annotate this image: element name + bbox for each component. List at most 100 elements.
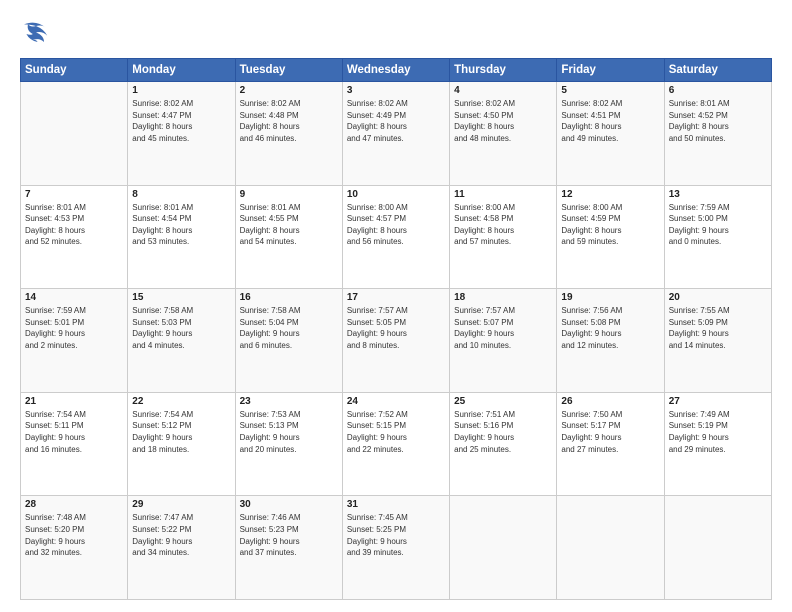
header xyxy=(20,18,772,50)
weekday-header: Sunday xyxy=(21,59,128,82)
day-number: 28 xyxy=(25,499,123,510)
day-number: 11 xyxy=(454,189,552,200)
calendar-cell: 2 Sunrise: 8:02 AMSunset: 4:48 PMDaylight… xyxy=(235,82,342,186)
calendar-cell: 8 Sunrise: 8:01 AMSunset: 4:54 PMDaylight… xyxy=(128,185,235,289)
calendar-cell: 14Sunrise: 7:59 AMSunset: 5:01 PMDayligh… xyxy=(21,289,128,393)
weekday-header: Saturday xyxy=(664,59,771,82)
day-number: 3 xyxy=(347,85,445,96)
calendar-cell: 18 Sunrise: 7:57 AMSunset: 5:07 PMDayligh… xyxy=(450,289,557,393)
day-number: 5 xyxy=(561,85,659,96)
calendar-week-row: 7 Sunrise: 8:01 AMSunset: 4:53 PMDaylight… xyxy=(21,185,772,289)
calendar-cell: 24 Sunrise: 7:52 AMSunset: 5:15 PMDayligh… xyxy=(342,392,449,496)
day-number: 24 xyxy=(347,396,445,407)
day-number: 31 xyxy=(347,499,445,510)
calendar-cell: 6 Sunrise: 8:01 AMSunset: 4:52 PMDaylight… xyxy=(664,82,771,186)
calendar-week-row: 21 Sunrise: 7:54 AMSunset: 5:11 PMDayligh… xyxy=(21,392,772,496)
calendar-cell: 13 Sunrise: 7:59 AMSunset: 5:00 PMDayligh… xyxy=(664,185,771,289)
day-info: Sunrise: 8:00 AMSunset: 4:59 PMDaylight:… xyxy=(561,202,659,248)
day-info: Sunrise: 8:02 AMSunset: 4:47 PMDaylight:… xyxy=(132,98,230,144)
calendar-cell: 26 Sunrise: 7:50 AMSunset: 5:17 PMDayligh… xyxy=(557,392,664,496)
day-info: Sunrise: 8:01 AMSunset: 4:53 PMDaylight:… xyxy=(25,202,123,248)
day-info: Sunrise: 7:47 AMSunset: 5:22 PMDaylight:… xyxy=(132,512,230,558)
day-number: 6 xyxy=(669,85,767,96)
calendar-cell xyxy=(21,82,128,186)
page: SundayMondayTuesdayWednesdayThursdayFrid… xyxy=(0,0,792,612)
weekday-header: Wednesday xyxy=(342,59,449,82)
day-number: 21 xyxy=(25,396,123,407)
calendar-cell: 17Sunrise: 7:57 AMSunset: 5:05 PMDayligh… xyxy=(342,289,449,393)
day-number: 23 xyxy=(240,396,338,407)
day-number: 15 xyxy=(132,292,230,303)
calendar-cell: 22 Sunrise: 7:54 AMSunset: 5:12 PMDayligh… xyxy=(128,392,235,496)
day-number: 7 xyxy=(25,189,123,200)
day-info: Sunrise: 7:49 AMSunset: 5:19 PMDaylight:… xyxy=(669,409,767,455)
day-number: 22 xyxy=(132,396,230,407)
day-info: Sunrise: 7:59 AMSunset: 5:01 PMDaylight:… xyxy=(25,305,123,351)
day-info: Sunrise: 7:58 AMSunset: 5:04 PMDaylight:… xyxy=(240,305,338,351)
day-info: Sunrise: 7:55 AMSunset: 5:09 PMDaylight:… xyxy=(669,305,767,351)
day-info: Sunrise: 8:01 AMSunset: 4:54 PMDaylight:… xyxy=(132,202,230,248)
calendar-cell xyxy=(557,496,664,600)
calendar-cell: 19 Sunrise: 7:56 AMSunset: 5:08 PMDayligh… xyxy=(557,289,664,393)
day-info: Sunrise: 7:50 AMSunset: 5:17 PMDaylight:… xyxy=(561,409,659,455)
calendar-cell xyxy=(664,496,771,600)
calendar-cell: 3 Sunrise: 8:02 AMSunset: 4:49 PMDaylight… xyxy=(342,82,449,186)
day-info: Sunrise: 8:00 AMSunset: 4:58 PMDaylight:… xyxy=(454,202,552,248)
calendar-cell: 10Sunrise: 8:00 AMSunset: 4:57 PMDayligh… xyxy=(342,185,449,289)
day-info: Sunrise: 7:54 AMSunset: 5:11 PMDaylight:… xyxy=(25,409,123,455)
weekday-header: Monday xyxy=(128,59,235,82)
day-info: Sunrise: 7:56 AMSunset: 5:08 PMDaylight:… xyxy=(561,305,659,351)
logo xyxy=(20,18,56,50)
calendar-cell: 5 Sunrise: 8:02 AMSunset: 4:51 PMDaylight… xyxy=(557,82,664,186)
calendar-cell: 25Sunrise: 7:51 AMSunset: 5:16 PMDayligh… xyxy=(450,392,557,496)
day-info: Sunrise: 7:46 AMSunset: 5:23 PMDaylight:… xyxy=(240,512,338,558)
calendar-cell: 21 Sunrise: 7:54 AMSunset: 5:11 PMDayligh… xyxy=(21,392,128,496)
calendar-cell: 12 Sunrise: 8:00 AMSunset: 4:59 PMDayligh… xyxy=(557,185,664,289)
day-info: Sunrise: 8:01 AMSunset: 4:52 PMDaylight:… xyxy=(669,98,767,144)
day-number: 13 xyxy=(669,189,767,200)
day-info: Sunrise: 7:45 AMSunset: 5:25 PMDaylight:… xyxy=(347,512,445,558)
calendar-cell: 27 Sunrise: 7:49 AMSunset: 5:19 PMDayligh… xyxy=(664,392,771,496)
calendar-table: SundayMondayTuesdayWednesdayThursdayFrid… xyxy=(20,58,772,600)
day-number: 2 xyxy=(240,85,338,96)
day-number: 29 xyxy=(132,499,230,510)
calendar-header: SundayMondayTuesdayWednesdayThursdayFrid… xyxy=(21,59,772,82)
day-number: 16 xyxy=(240,292,338,303)
calendar-cell: 16 Sunrise: 7:58 AMSunset: 5:04 PMDayligh… xyxy=(235,289,342,393)
day-number: 26 xyxy=(561,396,659,407)
weekday-header: Friday xyxy=(557,59,664,82)
day-info: Sunrise: 8:02 AMSunset: 4:49 PMDaylight:… xyxy=(347,98,445,144)
day-number: 18 xyxy=(454,292,552,303)
day-number: 19 xyxy=(561,292,659,303)
weekday-row: SundayMondayTuesdayWednesdayThursdayFrid… xyxy=(21,59,772,82)
day-number: 12 xyxy=(561,189,659,200)
day-info: Sunrise: 7:58 AMSunset: 5:03 PMDaylight:… xyxy=(132,305,230,351)
calendar-cell: 1Sunrise: 8:02 AMSunset: 4:47 PMDaylight… xyxy=(128,82,235,186)
day-info: Sunrise: 8:01 AMSunset: 4:55 PMDaylight:… xyxy=(240,202,338,248)
day-number: 8 xyxy=(132,189,230,200)
calendar-cell: 11 Sunrise: 8:00 AMSunset: 4:58 PMDayligh… xyxy=(450,185,557,289)
calendar-cell: 28 Sunrise: 7:48 AMSunset: 5:20 PMDayligh… xyxy=(21,496,128,600)
day-info: Sunrise: 7:48 AMSunset: 5:20 PMDaylight:… xyxy=(25,512,123,558)
calendar-week-row: 28 Sunrise: 7:48 AMSunset: 5:20 PMDayligh… xyxy=(21,496,772,600)
day-info: Sunrise: 7:52 AMSunset: 5:15 PMDaylight:… xyxy=(347,409,445,455)
calendar-cell: 15 Sunrise: 7:58 AMSunset: 5:03 PMDayligh… xyxy=(128,289,235,393)
day-number: 10 xyxy=(347,189,445,200)
calendar-cell: 30 Sunrise: 7:46 AMSunset: 5:23 PMDayligh… xyxy=(235,496,342,600)
calendar-cell: 20 Sunrise: 7:55 AMSunset: 5:09 PMDayligh… xyxy=(664,289,771,393)
calendar-cell: 4Sunrise: 8:02 AMSunset: 4:50 PMDaylight… xyxy=(450,82,557,186)
day-info: Sunrise: 7:59 AMSunset: 5:00 PMDaylight:… xyxy=(669,202,767,248)
day-info: Sunrise: 7:54 AMSunset: 5:12 PMDaylight:… xyxy=(132,409,230,455)
calendar-week-row: 14Sunrise: 7:59 AMSunset: 5:01 PMDayligh… xyxy=(21,289,772,393)
day-info: Sunrise: 7:53 AMSunset: 5:13 PMDaylight:… xyxy=(240,409,338,455)
day-number: 30 xyxy=(240,499,338,510)
day-number: 20 xyxy=(669,292,767,303)
day-number: 4 xyxy=(454,85,552,96)
calendar-body: 1Sunrise: 8:02 AMSunset: 4:47 PMDaylight… xyxy=(21,82,772,600)
day-info: Sunrise: 7:57 AMSunset: 5:07 PMDaylight:… xyxy=(454,305,552,351)
day-info: Sunrise: 8:02 AMSunset: 4:48 PMDaylight:… xyxy=(240,98,338,144)
day-info: Sunrise: 7:51 AMSunset: 5:16 PMDaylight:… xyxy=(454,409,552,455)
calendar-cell xyxy=(450,496,557,600)
day-info: Sunrise: 8:02 AMSunset: 4:51 PMDaylight:… xyxy=(561,98,659,144)
day-number: 27 xyxy=(669,396,767,407)
